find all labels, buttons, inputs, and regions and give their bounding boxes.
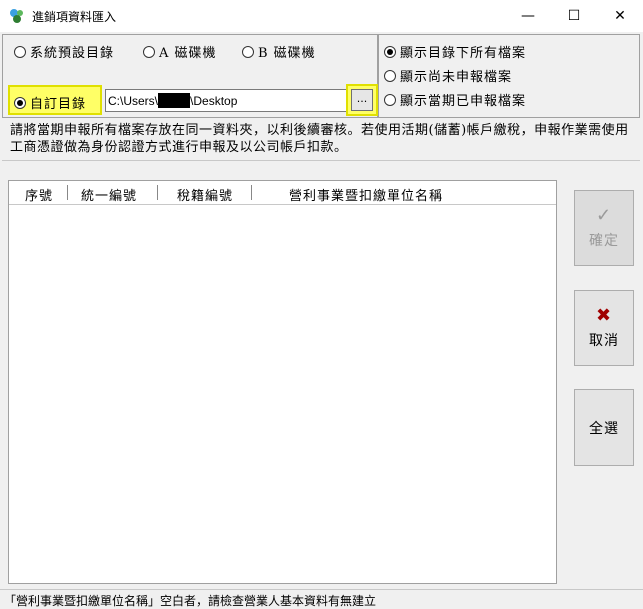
- check-icon: ✓: [595, 205, 613, 226]
- radio-show-filed-label: 顯示當期已申報檔案: [400, 94, 527, 109]
- radio-indicator: [384, 69, 396, 82]
- list-header: 序號 統一編號 稅籍編號 營利事業暨扣繳單位名稱: [9, 181, 556, 205]
- column-divider: [67, 185, 68, 200]
- column-divider: [251, 185, 252, 200]
- file-list[interactable]: 序號 統一編號 稅籍編號 營利事業暨扣繳單位名稱: [8, 180, 557, 584]
- cancel-label: 取消: [589, 333, 619, 349]
- radio-show-filed[interactable]: 顯示當期已申報檔案: [384, 90, 526, 109]
- status-bar: 「營利事業暨扣繳單位名稱」空白者，請檢查營業人基本資料有無建立: [0, 589, 643, 609]
- divider: [2, 160, 640, 161]
- radio-indicator: [143, 45, 155, 58]
- radio-show-all[interactable]: 顯示目錄下所有檔案: [384, 42, 526, 61]
- column-header-tax-reg-no[interactable]: 稅籍編號: [177, 185, 233, 204]
- radio-show-unfiled-label: 顯示尚未申報檔案: [400, 70, 513, 85]
- x-icon: ✖: [595, 305, 613, 326]
- browse-highlight: ...: [346, 84, 378, 116]
- radio-show-unfiled[interactable]: 顯示尚未申報檔案: [384, 66, 512, 85]
- browse-button[interactable]: ...: [351, 89, 373, 111]
- radio-default-dir-label: 系統預設目錄: [30, 46, 115, 61]
- radio-indicator: [242, 45, 254, 58]
- column-divider: [157, 185, 158, 200]
- column-header-company-name[interactable]: 營利事業暨扣繳單位名稱: [289, 185, 443, 204]
- radio-drive-b[interactable]: B 磁碟機: [242, 42, 316, 61]
- radio-custom-dir[interactable]: 自訂目錄: [14, 93, 86, 112]
- radio-drive-b-label: B 磁碟機: [258, 46, 316, 61]
- column-header-serial[interactable]: 序號: [25, 185, 53, 204]
- path-suffix: \Desktop: [190, 94, 238, 108]
- radio-custom-dir-label: 自訂目錄: [30, 97, 87, 112]
- redacted-username: [158, 93, 191, 108]
- select-all-label: 全選: [589, 420, 619, 437]
- select-all-button[interactable]: 全選: [574, 389, 634, 466]
- confirm-label: 確定: [589, 233, 619, 249]
- radio-indicator: [14, 96, 26, 109]
- path-prefix: C:\Users\: [108, 94, 159, 108]
- radio-indicator: [384, 93, 396, 106]
- maximize-button[interactable]: ☐: [551, 0, 597, 32]
- cancel-button[interactable]: ✖ 取消: [574, 290, 634, 366]
- radio-drive-a[interactable]: A 磁碟機: [143, 42, 217, 61]
- notice-text: 請將當期申報所有檔案存放在同一資料夾，以利後續審核。若使用活期(儲蓄)帳戶繳稅，…: [10, 123, 629, 155]
- minimize-button[interactable]: —: [505, 0, 551, 32]
- radio-indicator: [384, 45, 396, 58]
- column-header-tax-id[interactable]: 統一編號: [81, 185, 137, 204]
- path-input[interactable]: C:\Users\ \Desktop: [105, 89, 347, 112]
- title-bar: 進銷項資料匯入 — ☐ ✕: [0, 0, 643, 32]
- radio-indicator: [14, 45, 26, 58]
- confirm-button[interactable]: ✓ 確定: [574, 190, 634, 266]
- window-title: 進銷項資料匯入: [32, 10, 117, 24]
- close-button[interactable]: ✕: [597, 0, 643, 32]
- radio-show-all-label: 顯示目錄下所有檔案: [400, 46, 527, 61]
- radio-drive-a-label: A 磁碟機: [159, 46, 217, 61]
- radio-default-dir[interactable]: 系統預設目錄: [14, 42, 114, 61]
- app-icon: [10, 9, 23, 23]
